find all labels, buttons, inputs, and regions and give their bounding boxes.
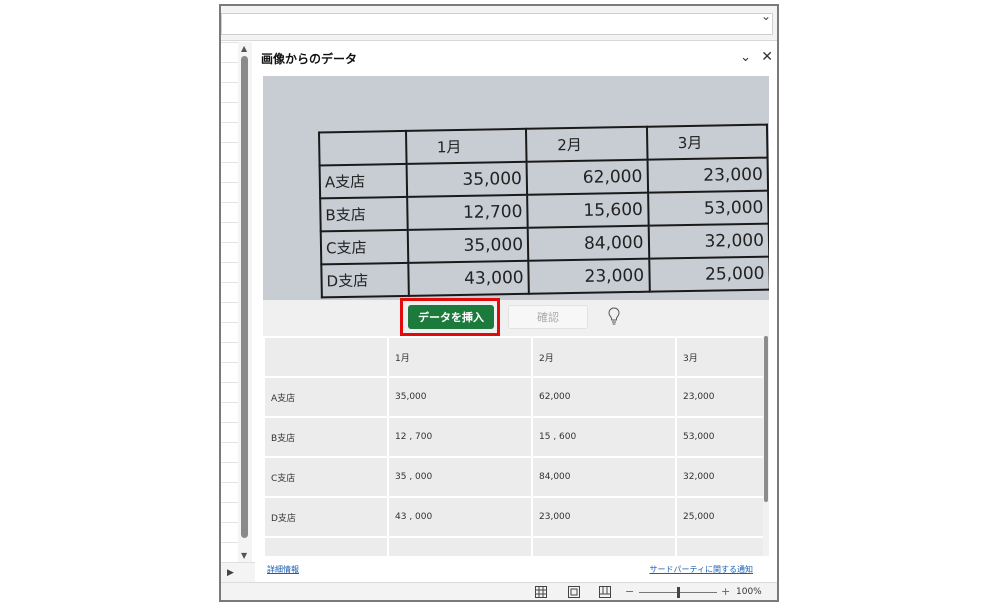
data-cell[interactable]: [263, 536, 389, 556]
normal-view-icon[interactable]: [535, 586, 547, 598]
scroll-down-arrow-icon[interactable]: ▼: [241, 551, 247, 560]
formula-expand-chevron-icon[interactable]: ⌄: [761, 9, 771, 23]
table-row: [263, 536, 763, 556]
excel-window: ⌄ ▲ ▼ ▶ 画像からのデータ ⌄ ✕ 1月 2月 3月 A支店 35,000 62,0…: [219, 4, 779, 602]
zoom-in-button[interactable]: +: [721, 585, 730, 598]
table-row: A支店 35,000 62,000 23,000: [263, 376, 763, 418]
data-cell[interactable]: [263, 336, 389, 378]
data-cell[interactable]: 43 , 000: [387, 496, 533, 538]
photo-table: 1月 2月 3月 A支店 35,000 62,000 23,000 B支店 12,700 15,6…: [318, 124, 769, 299]
lightbulb-icon[interactable]: [608, 307, 620, 325]
data-cell[interactable]: 23,000: [531, 496, 677, 538]
data-cell[interactable]: 25,000: [675, 496, 763, 538]
table-row: B支店 12 , 700 15 , 600 53,000: [263, 416, 763, 458]
photo-cell: 35,000: [407, 227, 529, 263]
page-break-preview-icon[interactable]: [599, 586, 611, 598]
table-scrollbar[interactable]: [763, 336, 769, 556]
table-header-row: 1月 2月 3月: [263, 336, 763, 378]
worksheet-grid[interactable]: [221, 42, 239, 562]
photo-cell: D支店: [321, 262, 409, 298]
photo-cell: 25,000: [648, 256, 769, 292]
photo-cell: 35,000: [406, 161, 528, 197]
photo-cell: 1月: [405, 128, 527, 164]
action-bar: データを挿入 確認: [263, 298, 769, 336]
data-cell[interactable]: B支店: [263, 416, 389, 458]
photo-cell: 12,700: [406, 194, 528, 230]
more-info-link[interactable]: 詳細情報: [267, 564, 299, 575]
data-cell[interactable]: [387, 536, 533, 556]
data-cell[interactable]: 35,000: [387, 376, 533, 418]
table-row: C支店 35 , 000 84,000 32,000: [263, 456, 763, 498]
page-layout-view-icon[interactable]: [568, 586, 580, 598]
formula-bar: ⌄: [221, 6, 777, 41]
table-row: D支店 43,000 23,000 25,000: [321, 256, 769, 298]
data-cell[interactable]: [531, 536, 677, 556]
photo-cell: 84,000: [527, 225, 649, 261]
pane-options-chevron-icon[interactable]: ⌄: [740, 50, 751, 65]
data-cell[interactable]: 84,000: [531, 456, 677, 498]
photo-cell: 23,000: [528, 258, 650, 294]
zoom-level[interactable]: 100%: [736, 587, 762, 597]
formula-input[interactable]: [221, 13, 773, 35]
photo-cell: 2月: [526, 126, 648, 162]
photo-cell: 23,000: [647, 157, 769, 193]
extracted-data-table: 1月 2月 3月 A支店 35,000 62,000 23,000 B支店 12 , 700 15…: [263, 336, 763, 556]
pane-title: 画像からのデータ: [261, 52, 358, 66]
third-party-notice-link[interactable]: サードパーティに関する通知: [649, 564, 753, 575]
close-icon[interactable]: ✕: [761, 49, 773, 65]
vertical-scrollbar[interactable]: ▲ ▼: [238, 42, 252, 562]
photo-cell: 53,000: [647, 190, 769, 226]
photo-cell: [319, 130, 407, 166]
photo-cell: 15,600: [527, 192, 649, 228]
photo-cell: 32,000: [648, 223, 769, 259]
data-cell[interactable]: 1月: [387, 336, 533, 378]
scrollbar-thumb[interactable]: [241, 56, 248, 538]
data-cell[interactable]: 12 , 700: [387, 416, 533, 458]
status-bar: − + 100%: [221, 582, 777, 600]
data-cell[interactable]: 2月: [531, 336, 677, 378]
photo-cell: 62,000: [526, 159, 648, 195]
sheet-next-arrow-icon[interactable]: ▶: [227, 568, 234, 578]
data-cell[interactable]: 62,000: [531, 376, 677, 418]
data-from-picture-pane: 画像からのデータ ⌄ ✕ 1月 2月 3月 A支店 35,000 62,000 23,000…: [255, 42, 777, 582]
data-cell[interactable]: 32,000: [675, 456, 763, 498]
photo-cell: B支店: [320, 196, 408, 232]
data-cell[interactable]: 15 , 600: [531, 416, 677, 458]
data-cell[interactable]: D支店: [263, 496, 389, 538]
photo-cell: A支店: [319, 163, 407, 199]
table-scrollbar-thumb[interactable]: [764, 336, 768, 502]
scroll-up-arrow-icon[interactable]: ▲: [241, 44, 247, 53]
data-cell[interactable]: 53,000: [675, 416, 763, 458]
source-photo: 1月 2月 3月 A支店 35,000 62,000 23,000 B支店 12,700 15,6…: [263, 76, 769, 300]
insert-data-button[interactable]: データを挿入: [408, 305, 494, 329]
photo-cell: 43,000: [407, 260, 529, 296]
data-cell[interactable]: [675, 536, 763, 556]
review-button[interactable]: 確認: [508, 305, 588, 329]
photo-cell: 3月: [646, 124, 768, 160]
data-cell[interactable]: A支店: [263, 376, 389, 418]
data-cell[interactable]: 35 , 000: [387, 456, 533, 498]
data-cell[interactable]: 23,000: [675, 376, 763, 418]
zoom-slider-thumb[interactable]: [677, 587, 680, 598]
table-row: D支店 43 , 000 23,000 25,000: [263, 496, 763, 538]
data-cell[interactable]: 3月: [675, 336, 763, 378]
photo-cell: C支店: [320, 229, 408, 265]
zoom-out-button[interactable]: −: [625, 585, 634, 598]
data-cell[interactable]: C支店: [263, 456, 389, 498]
